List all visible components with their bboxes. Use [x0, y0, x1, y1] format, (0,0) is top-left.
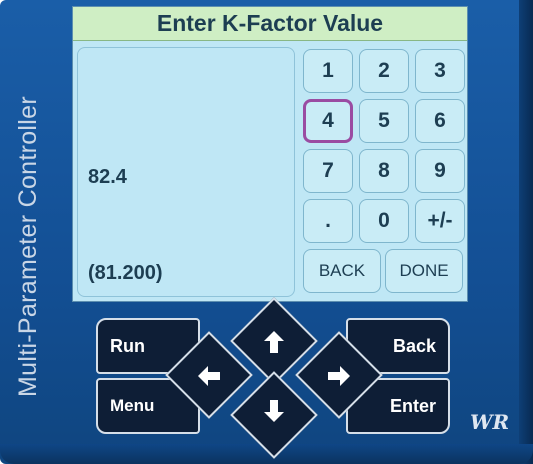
arrow-down-icon — [259, 396, 289, 426]
arrow-up-icon — [259, 327, 289, 357]
navigation-pad: Run Menu Back Enter — [84, 297, 464, 459]
back-key[interactable]: BACK — [303, 249, 381, 293]
key-5[interactable]: 5 — [359, 99, 409, 143]
key-1[interactable]: 1 — [303, 49, 353, 93]
done-key[interactable]: DONE — [385, 249, 463, 293]
side-label: Multi-Parameter Controller — [8, 56, 48, 436]
screen-title: Enter K-Factor Value — [156, 10, 384, 36]
lcd-screen: Enter K-Factor Value 82.4 (81.200) 1 2 3… — [72, 6, 468, 302]
key-2[interactable]: 2 — [359, 49, 409, 93]
controller-body: Multi-Parameter Controller Enter K-Facto… — [0, 0, 533, 464]
arrow-right-icon — [324, 361, 354, 391]
key-8[interactable]: 8 — [359, 149, 409, 193]
key-6[interactable]: 6 — [415, 99, 465, 143]
device-edge — [519, 0, 533, 464]
key-decimal[interactable]: . — [303, 199, 353, 243]
key-3[interactable]: 3 — [415, 49, 465, 93]
key-plus-minus[interactable]: +/- — [415, 199, 465, 243]
value-display: 82.4 (81.200) — [77, 47, 295, 297]
previous-value: (81.200) — [88, 262, 163, 284]
brand-logo: WR — [470, 410, 510, 434]
key-4[interactable]: 4 — [303, 99, 353, 143]
current-value: 82.4 — [88, 166, 127, 188]
device-name: Multi-Parameter Controller — [13, 95, 42, 397]
key-7[interactable]: 7 — [303, 149, 353, 193]
key-9[interactable]: 9 — [415, 149, 465, 193]
key-0[interactable]: 0 — [359, 199, 409, 243]
arrow-left-icon — [194, 361, 224, 391]
title-bar: Enter K-Factor Value — [73, 7, 467, 41]
